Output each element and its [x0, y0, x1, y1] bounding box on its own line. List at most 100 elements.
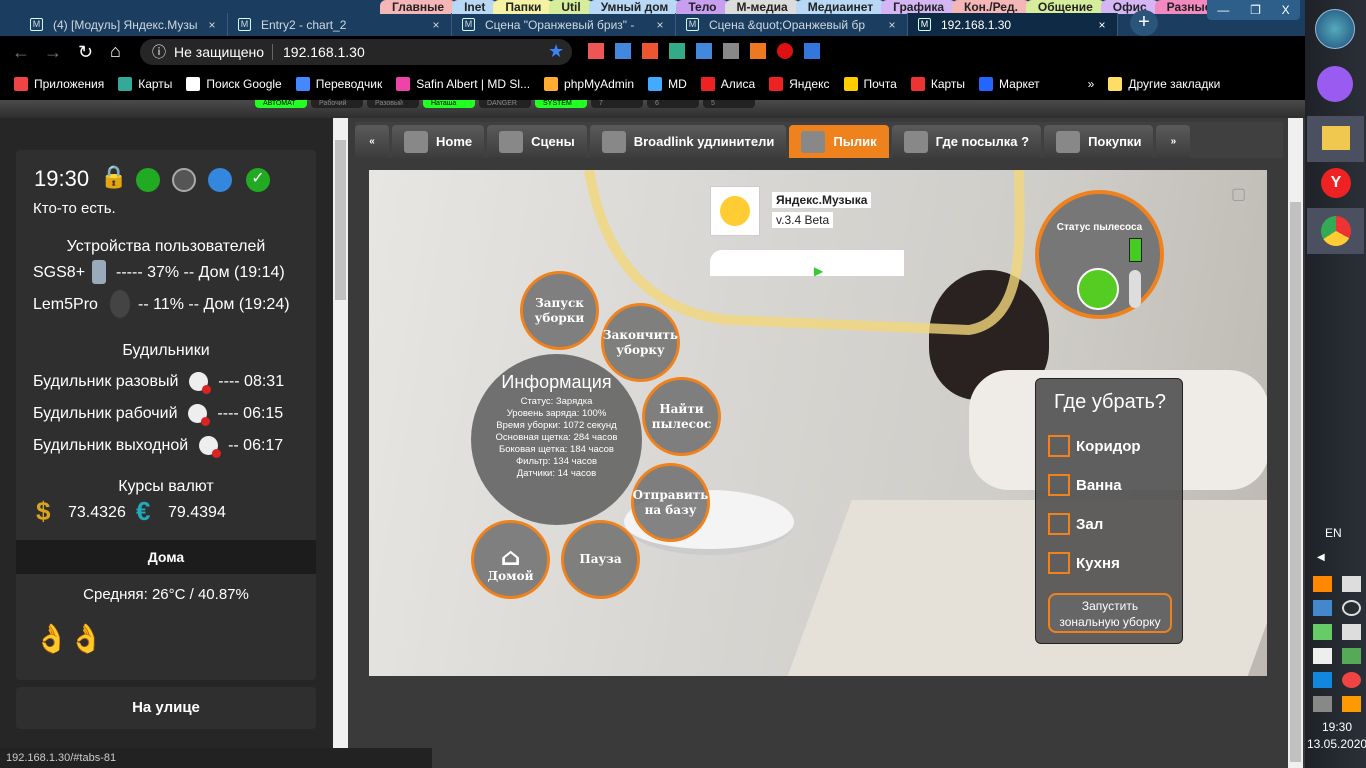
bookmark-item[interactable]: Маркет	[979, 77, 1040, 91]
bookmark-item[interactable]: Поиск Google	[186, 77, 282, 91]
bookmark-item[interactable]: Карты	[910, 77, 965, 91]
new-tab-button[interactable]: +	[1130, 10, 1158, 36]
browser-tab[interactable]: M Сцена &quot;Оранжевый бр ×	[676, 13, 908, 36]
bookmark-group-tab[interactable]: Главные	[380, 0, 457, 14]
bookmark-item[interactable]: Другие закладки	[1108, 77, 1220, 91]
scroll-thumb[interactable]	[335, 140, 346, 300]
close-tab-icon[interactable]: ×	[1087, 18, 1117, 32]
bookmark-group-tab[interactable]: Медиаинет	[795, 0, 886, 14]
tray-time[interactable]: 19:30	[1322, 720, 1352, 734]
zone-checkbox-corridor[interactable]: Коридор	[1048, 435, 1141, 457]
bookmark-item[interactable]: Переводчик	[295, 77, 382, 91]
en-icon	[1313, 576, 1332, 592]
chrome-icon[interactable]	[1307, 208, 1364, 254]
bookmark-icon	[1067, 77, 1082, 91]
bookmark-group-tab[interactable]: Util	[549, 0, 593, 14]
page-tab[interactable]: »	[1156, 125, 1191, 158]
outside-header[interactable]: На улице	[16, 687, 316, 729]
tab-favicon: M	[238, 18, 251, 31]
mode-pill[interactable]: Рабочий	[311, 100, 363, 108]
mode-pill[interactable]: 6	[647, 100, 699, 108]
bookmark-group-tab[interactable]: Папки	[493, 0, 554, 14]
scroll-thumb[interactable]	[1290, 202, 1301, 762]
zone-checkbox-hall[interactable]: Зал	[1048, 513, 1103, 535]
music-player[interactable]: ▶	[710, 250, 904, 278]
page-tab[interactable]: Где посылка ?	[891, 125, 1042, 158]
bookmark-group-tab[interactable]: М-медиа	[724, 0, 800, 14]
tab-title: Сцена &quot;Оранжевый бр	[709, 17, 865, 32]
yandex-browser-icon[interactable]: Y	[1321, 168, 1351, 198]
mode-pill[interactable]: 7	[591, 100, 643, 108]
bookmark-item[interactable]: Почта	[843, 77, 897, 91]
music-widget[interactable]: Яндекс.Музыка v.3.4 Beta ▶	[710, 186, 904, 278]
reload-icon[interactable]: ↻	[78, 42, 93, 63]
browser-tab[interactable]: M (4) [Модуль] Яндекс.Музыка ×	[20, 13, 228, 36]
bookmark-group-tab[interactable]: Общение	[1025, 0, 1105, 14]
find-vacuum-button[interactable]: Найти пылесос	[642, 377, 721, 456]
left-scrollbar[interactable]	[333, 118, 348, 768]
bookmark-item[interactable]: MD	[648, 77, 687, 91]
bookmark-group-tab[interactable]: Кон./Ред.	[952, 0, 1030, 14]
forward-icon[interactable]: →	[44, 42, 62, 63]
start-zone-cleaning-button[interactable]: Запустить зональную уборку	[1048, 593, 1172, 633]
back-icon[interactable]: ←	[12, 42, 30, 63]
info-line: Основная щетка: 284 часов	[495, 432, 618, 443]
start-button[interactable]	[1315, 9, 1355, 49]
mode-pill[interactable]: Наташа	[423, 100, 475, 108]
home-header: Дома	[16, 540, 316, 574]
info-icon[interactable]: ⓘ	[152, 42, 166, 62]
bookmark-icon	[14, 77, 28, 91]
bookmark-item[interactable]: Приложения	[14, 77, 104, 91]
page-tab[interactable]: Пылик	[789, 125, 889, 158]
browser-tab[interactable]: M 192.168.1.30 ×	[908, 13, 1118, 36]
close-window-button[interactable]: X	[1282, 3, 1290, 17]
explorer-icon[interactable]	[1307, 116, 1364, 162]
page-scrollbar[interactable]	[1288, 118, 1303, 768]
tray-date[interactable]: 13.05.2020	[1307, 737, 1366, 751]
browser-tab[interactable]: M Сцена "Оранжевый бриз" - ×	[452, 13, 676, 36]
zone-checkbox-bath[interactable]: Ванна	[1048, 474, 1122, 496]
bookmark-item[interactable]: »	[1067, 77, 1094, 91]
bookmark-group-tab[interactable]: Inet	[452, 0, 498, 14]
alice-icon[interactable]	[1317, 66, 1353, 102]
bookmark-item[interactable]: phpMyAdmin	[544, 77, 634, 91]
mode-pill[interactable]: DANGER	[479, 100, 531, 108]
browser-tab[interactable]: M Entry2 - chart_2 ×	[228, 13, 452, 36]
bookmark-group-tab[interactable]: Графика	[881, 0, 956, 14]
bookmark-item[interactable]: Яндекс	[769, 77, 830, 91]
close-tab-icon[interactable]: ×	[197, 18, 227, 32]
window-controls: — ❐ X	[1207, 0, 1300, 20]
mode-pill[interactable]: 5	[703, 100, 755, 108]
send-to-dock-button[interactable]: Отправить на базу	[631, 463, 710, 542]
page-tab[interactable]: Покупки	[1044, 125, 1154, 158]
go-home-button[interactable]: ⌂ Домой	[471, 520, 550, 599]
page-tab[interactable]: Home	[392, 125, 485, 158]
restore-button[interactable]: ❐	[1250, 3, 1261, 17]
zone-checkbox-kitchen[interactable]: Кухня	[1048, 552, 1120, 574]
page-tab[interactable]: Сцены	[487, 125, 587, 158]
bookmark-item[interactable]: Алиса	[700, 77, 755, 91]
mode-pill[interactable]: АВТОМАТ	[255, 100, 307, 108]
minimize-button[interactable]: —	[1217, 3, 1229, 17]
finish-cleaning-button[interactable]: Закончить уборку	[601, 303, 680, 382]
bookmark-star-icon[interactable]: ★	[548, 41, 564, 62]
device-name: Lem5Pro	[33, 296, 98, 313]
device-name: SGS8+	[33, 264, 86, 281]
bookmark-item[interactable]: Карты	[118, 77, 172, 91]
tray-expand-icon[interactable]: ◀	[1317, 552, 1325, 563]
address-bar[interactable]: ⓘ Не защищено 192.168.1.30	[140, 39, 572, 65]
page-tab[interactable]: Broadlink удлинители	[589, 125, 787, 158]
close-tab-icon[interactable]: ×	[877, 18, 907, 32]
page-tab[interactable]: «	[355, 125, 389, 158]
bookmark-group-tab[interactable]: Умный дом	[588, 0, 681, 14]
close-tab-icon[interactable]: ×	[645, 18, 675, 32]
home-icon[interactable]: ⌂	[110, 41, 121, 62]
close-tab-icon[interactable]: ×	[421, 18, 451, 32]
bookmark-item[interactable]: Safin Albert | MD Sl...	[396, 77, 530, 91]
bookmark-group-tab[interactable]: Тело	[676, 0, 729, 14]
start-cleaning-button[interactable]: Запуск уборки	[520, 271, 599, 350]
pause-button[interactable]: Пауза	[561, 520, 640, 599]
language-indicator[interactable]: EN	[1325, 526, 1342, 540]
mode-pill[interactable]: SYSTEM	[535, 100, 587, 108]
mode-pill[interactable]: Разовый	[367, 100, 419, 108]
